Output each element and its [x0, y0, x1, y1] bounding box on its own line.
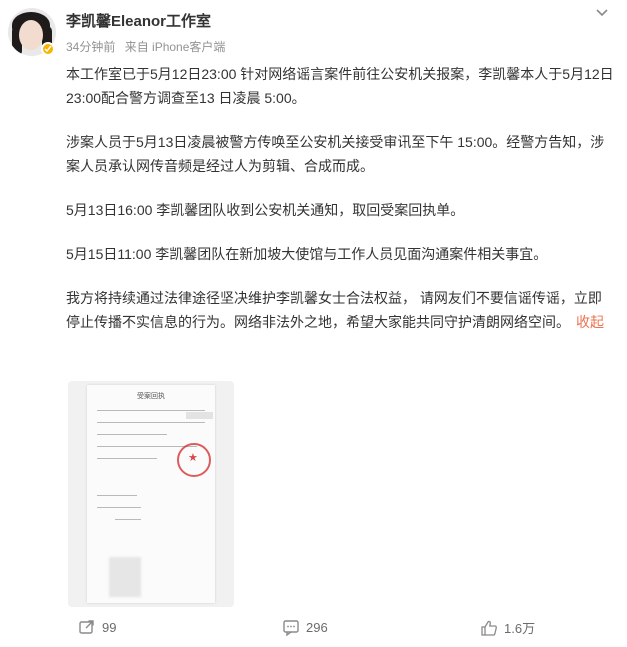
attached-document-image[interactable]: 受案回执 ★ — [68, 381, 234, 607]
thumbs-up-icon — [481, 620, 497, 636]
receipt-title: 受案回执 — [137, 392, 165, 400]
weibo-post: 李凯馨Eleanor工作室 34分钟前 来自 iPhone客户端 本工作室已于5… — [0, 0, 627, 647]
post-paragraph-text: 我方将持续通过法律途径坚决维护李凯馨女士合法权益， 请网友们不要信谣传谣，立即停… — [66, 290, 602, 330]
repost-button[interactable]: 99 — [78, 618, 116, 636]
comment-button[interactable]: 296 — [282, 618, 328, 636]
repost-count: 99 — [102, 619, 117, 635]
post-source: 来自 iPhone客户端 — [124, 40, 226, 54]
like-button[interactable]: 1.6万 — [480, 618, 535, 637]
post-paragraph: 5月13日16:00 李凯馨团队收到公安机关通知，取回受案回执单。 — [66, 202, 465, 218]
post-paragraph: 涉案人员于5月13日凌晨被警方传唤至公安机关接受审讯至下午 15:00。经警方告… — [66, 134, 605, 174]
action-bar: 99 296 1.6万 — [0, 612, 627, 642]
like-count: 1.6万 — [504, 621, 536, 636]
comment-count: 296 — [306, 619, 328, 635]
post-time[interactable]: 34分钟前 — [66, 40, 115, 54]
police-seal: ★ — [177, 443, 211, 477]
receipt-paper: 受案回执 ★ — [87, 385, 215, 603]
author-name[interactable]: 李凯馨Eleanor工作室 — [66, 10, 211, 31]
collapse-link[interactable]: 收起 — [576, 314, 604, 330]
verified-badge-icon — [41, 42, 55, 56]
post-content: 本工作室已于5月12日23:00 针对网络谣言案件前往公安机关报案，李凯馨本人于… — [66, 62, 614, 354]
repost-icon — [79, 620, 94, 634]
chevron-down-icon[interactable] — [594, 4, 610, 20]
post-meta: 34分钟前 来自 iPhone客户端 — [66, 38, 231, 55]
post-paragraph-last: 我方将持续通过法律途径坚决维护李凯馨女士合法权益， 请网友们不要信谣传谣，立即停… — [66, 286, 614, 334]
comment-icon — [283, 620, 299, 636]
post-paragraph: 5月15日11:00 李凯馨团队在新加坡大使馆与工作人员见面沟通案件相关事宜。 — [66, 246, 548, 262]
post-paragraph: 本工作室已于5月12日23:00 针对网络谣言案件前往公安机关报案，李凯馨本人于… — [66, 66, 614, 106]
